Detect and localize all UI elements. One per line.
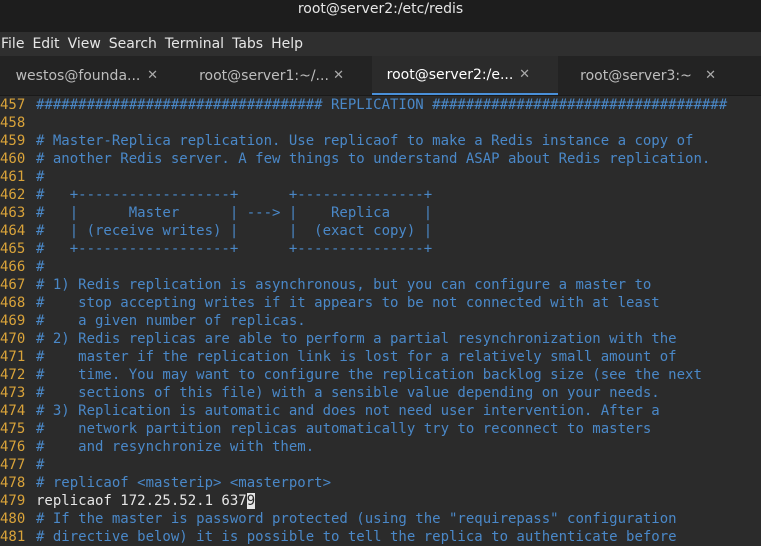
menu-terminal[interactable]: Terminal [164, 32, 231, 56]
terminal-line: 478 # replicaof <masterip> <masterport> [0, 474, 761, 492]
line-number: 473 [0, 385, 26, 401]
tab-label: root@server1:~/... [199, 67, 329, 84]
terminal-line: 480 # If the master is password protected… [0, 510, 761, 528]
line-number: 470 [0, 331, 26, 347]
terminal-line: 461 # [0, 168, 761, 186]
menu-tabs[interactable]: Tabs [231, 32, 270, 56]
tab-server3[interactable]: root@server3:~ ✕ [558, 56, 744, 95]
terminal-line: 473 # sections of this file) with a sensi… [0, 384, 761, 402]
config-comment: # time. You may want to configure the re… [36, 367, 702, 383]
tab-label: root@server2:/e... [386, 66, 514, 83]
menu-help[interactable]: Help [270, 32, 310, 56]
config-comment: # [36, 169, 45, 185]
config-comment: # a given number of replicas. [36, 313, 306, 329]
config-directive: replicaof 172.25.52.1 637 [36, 493, 247, 509]
config-comment: # | Master | ---> | Replica | [36, 205, 433, 221]
tab-server2[interactable]: root@server2:/e... ✕ [372, 56, 558, 95]
tab-bar: westos@founda... ✕ root@server1:~/... ✕ … [0, 56, 761, 96]
terminal-line: 463 # | Master | ---> | Replica | [0, 204, 761, 222]
config-comment: # sections of this file) with a sensible… [36, 385, 660, 401]
window-titlebar: root@server2:/etc/redis [0, 0, 761, 32]
terminal-line: 479 replicaof 172.25.52.1 6379 [0, 492, 761, 510]
line-number: 478 [0, 475, 26, 491]
terminal-line: 465 # +------------------+ +-------------… [0, 240, 761, 258]
line-number: 474 [0, 403, 26, 419]
config-comment: # and resynchronize with them. [36, 439, 315, 455]
line-number: 468 [0, 295, 26, 311]
config-comment: # [36, 457, 45, 473]
line-number: 471 [0, 349, 26, 365]
terminal-line: 472 # time. You may want to configure the… [0, 366, 761, 384]
config-comment: # network partition replicas automatical… [36, 421, 652, 437]
menu-search[interactable]: Search [108, 32, 164, 56]
line-number: 462 [0, 187, 26, 203]
line-number: 457 [0, 97, 26, 113]
terminal-line: 474 # 3) Replication is automatic and doe… [0, 402, 761, 420]
terminal-line: 467 # 1) Redis replication is asynchronou… [0, 276, 761, 294]
line-number: 459 [0, 133, 26, 149]
config-comment: ################################## REPLI… [36, 97, 728, 113]
line-number: 475 [0, 421, 26, 437]
line-number: 479 [0, 493, 26, 509]
terminal-line: 481 # directive below) it is possible to … [0, 528, 761, 546]
config-comment: # 1) Redis replication is asynchronous, … [36, 277, 652, 293]
line-number: 476 [0, 439, 26, 455]
config-comment: # another Redis server. A few things to … [36, 151, 711, 167]
menu-bar: File Edit View Search Terminal Tabs Help [0, 32, 761, 56]
terminal-line: 471 # master if the replication link is l… [0, 348, 761, 366]
line-number: 481 [0, 529, 26, 545]
terminal-line: 470 # 2) Redis replicas are able to perfo… [0, 330, 761, 348]
terminal-line: 458 [0, 114, 761, 132]
close-icon[interactable]: ✕ [705, 68, 716, 83]
line-number: 477 [0, 457, 26, 473]
terminal-line: 476 # and resynchronize with them. [0, 438, 761, 456]
terminal-line: 475 # network partition replicas automati… [0, 420, 761, 438]
close-icon[interactable]: ✕ [333, 68, 344, 83]
terminal-line: 468 # stop accepting writes if it appears… [0, 294, 761, 312]
menu-view[interactable]: View [67, 32, 108, 56]
terminal-content[interactable]: 457 ################################## RE… [0, 96, 761, 546]
line-number: 469 [0, 313, 26, 329]
config-comment: # 3) Replication is automatic and does n… [36, 403, 660, 419]
close-icon[interactable]: ✕ [147, 68, 158, 83]
tab-server1[interactable]: root@server1:~/... ✕ [186, 56, 372, 95]
config-comment: # replicaof <masterip> <masterport> [36, 475, 332, 491]
terminal-line: 457 ################################## RE… [0, 96, 761, 114]
config-comment: # master if the replication link is lost… [36, 349, 677, 365]
line-number: 466 [0, 259, 26, 275]
config-comment: # 2) Redis replicas are able to perform … [36, 331, 677, 347]
config-comment: # Master-Replica replication. Use replic… [36, 133, 694, 149]
config-comment: # +------------------+ +---------------+ [36, 187, 433, 203]
line-number: 460 [0, 151, 26, 167]
terminal-line: 469 # a given number of replicas. [0, 312, 761, 330]
close-icon[interactable]: ✕ [519, 67, 530, 82]
config-comment: # stop accepting writes if it appears to… [36, 295, 660, 311]
window-title: root@server2:/etc/redis [297, 1, 464, 17]
line-number: 472 [0, 367, 26, 383]
terminal-line: 460 # another Redis server. A few things … [0, 150, 761, 168]
menu-edit[interactable]: Edit [31, 32, 66, 56]
tab-label: root@server3:~ [580, 67, 692, 84]
config-comment: # If the master is password protected (u… [36, 511, 677, 527]
config-comment: # +------------------+ +---------------+ [36, 241, 433, 257]
config-comment: # directive below) it is possible to tel… [36, 529, 677, 545]
config-comment: # | (receive writes) | | (exact copy) | [36, 223, 433, 239]
line-number: 480 [0, 511, 26, 527]
terminal-line: 459 # Master-Replica replication. Use rep… [0, 132, 761, 150]
tab-westos[interactable]: westos@founda... ✕ [0, 56, 186, 95]
terminal-line: 466 # [0, 258, 761, 276]
menu-file[interactable]: File [0, 32, 31, 56]
tab-label: westos@founda... [15, 67, 141, 84]
terminal-line: 477 # [0, 456, 761, 474]
line-number: 461 [0, 169, 26, 185]
line-number: 463 [0, 205, 26, 221]
line-number: 464 [0, 223, 26, 239]
text-cursor: 9 [246, 493, 256, 509]
terminal-line: 462 # +------------------+ +-------------… [0, 186, 761, 204]
line-number: 467 [0, 277, 26, 293]
line-number: 465 [0, 241, 26, 257]
line-number: 458 [0, 115, 26, 131]
terminal-line: 464 # | (receive writes) | | (exact copy)… [0, 222, 761, 240]
config-comment: # [36, 259, 45, 275]
